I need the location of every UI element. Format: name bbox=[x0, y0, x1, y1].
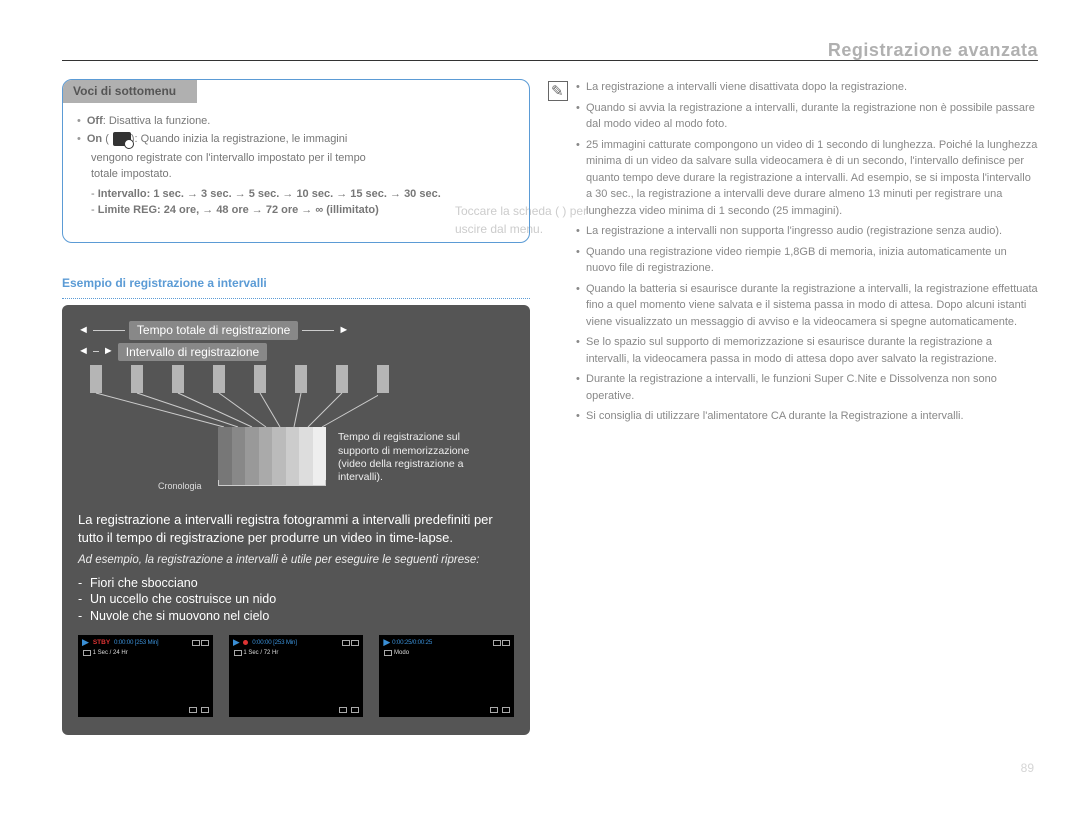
list-item: Fiori che sbocciano bbox=[78, 575, 514, 592]
example-panel: ◄ Tempo totale di registrazione ► ◄ ► In… bbox=[62, 305, 530, 735]
menu-icon bbox=[490, 707, 498, 713]
arrow-left-icon: ◄ bbox=[78, 323, 89, 338]
example-list: Fiori che sbocciano Un uccello che costr… bbox=[78, 575, 514, 626]
frame-bar bbox=[295, 365, 307, 393]
arrow-right-icon: ► bbox=[103, 344, 114, 359]
mode-icon bbox=[351, 707, 359, 713]
card-icon bbox=[192, 640, 200, 646]
play-icon bbox=[82, 639, 89, 646]
menu-icon bbox=[339, 707, 347, 713]
note-icon bbox=[548, 81, 568, 101]
mode-icon bbox=[502, 707, 510, 713]
submenu-off-bold: Off bbox=[87, 115, 103, 127]
card-icon bbox=[342, 640, 350, 646]
label-interval: Intervallo di registrazione bbox=[118, 343, 267, 362]
example-title: Esempio di registrazione a intervalli bbox=[62, 275, 530, 292]
storage-note: Tempo di registrazione sul supporto di m… bbox=[338, 431, 508, 484]
panel-italic: Ad esempio, la registrazione a intervall… bbox=[78, 552, 514, 568]
frame-bar bbox=[90, 365, 102, 393]
list-item: Se lo spazio sul supporto di memorizzazi… bbox=[576, 334, 1038, 367]
interval-rec-icon bbox=[113, 132, 131, 146]
compressed-video-block bbox=[218, 427, 326, 485]
list-item: Durante la registrazione a intervalli, l… bbox=[576, 371, 1038, 404]
list-item: 25 immagini catturate compongono un vide… bbox=[576, 137, 1038, 220]
list-item: Quando si avvia la registrazione a inter… bbox=[576, 100, 1038, 133]
list-item: Quando una registrazione video riempie 1… bbox=[576, 244, 1038, 277]
play-icon bbox=[233, 639, 240, 646]
list-item: La registrazione a intervalli viene disa… bbox=[576, 79, 1038, 96]
arrow-left-icon: ◄ bbox=[78, 344, 89, 359]
submenu-on-text-1: : Quando inizia la registrazione, le imm… bbox=[135, 133, 348, 145]
notes-list: La registrazione a intervalli viene disa… bbox=[576, 79, 1038, 429]
label-total-time: Tempo totale di registrazione bbox=[129, 321, 298, 340]
list-item: Quando la batteria si esaurisce durante … bbox=[576, 281, 1038, 331]
timeline-diagram: Tempo di registrazione sul supporto di m… bbox=[78, 365, 514, 505]
example-divider bbox=[62, 298, 530, 299]
battery-icon bbox=[351, 640, 359, 646]
card-icon bbox=[493, 640, 501, 646]
list-item: Nuvole che si muovono nel cielo bbox=[78, 608, 514, 625]
preview-thumbnail-1: STBY 0:00:00 [253 Min] 1 Sec / 24 Hr bbox=[78, 635, 213, 717]
preview-thumbnail-2: 0:00:00 [253 Min] 1 Sec / 72 Hr bbox=[229, 635, 364, 717]
submenu-on-text-3: totale impostato. bbox=[91, 168, 172, 180]
bullet-icon: • bbox=[77, 113, 81, 130]
list-item: Si consiglia di utilizzare l'alimentator… bbox=[576, 408, 1038, 425]
list-item: La registrazione a intervalli non suppor… bbox=[576, 223, 1038, 240]
frame-bar bbox=[377, 365, 389, 393]
interval-icon bbox=[83, 650, 91, 656]
frame-bar bbox=[254, 365, 266, 393]
mode-icon bbox=[384, 650, 392, 656]
battery-icon bbox=[201, 640, 209, 646]
interval-icon bbox=[234, 650, 242, 656]
submenu-box: Voci di sottomenu • Off: Disattiva la fu… bbox=[62, 79, 530, 243]
frame-bar bbox=[131, 365, 143, 393]
list-item: Un uccello che costruisce un nido bbox=[78, 591, 514, 608]
bullet-icon: • bbox=[77, 131, 81, 148]
frame-bar bbox=[213, 365, 225, 393]
submenu-off-text: : Disattiva la funzione. bbox=[103, 115, 211, 127]
page-number: 89 bbox=[1021, 760, 1034, 777]
menu-icon bbox=[189, 707, 197, 713]
mode-icon bbox=[201, 707, 209, 713]
panel-paragraph: La registrazione a intervalli registra f… bbox=[78, 511, 514, 546]
frame-bar bbox=[172, 365, 184, 393]
header-rule bbox=[62, 60, 1038, 61]
submenu-interval: Intervallo: 1 sec. → 3 sec. → 5 sec. → 1… bbox=[98, 188, 441, 200]
submenu-limit: Limite REG: 24 ore, → 48 ore → 72 ore → … bbox=[98, 204, 379, 216]
submenu-header: Voci di sottomenu bbox=[63, 80, 197, 103]
frame-bar bbox=[336, 365, 348, 393]
submenu-on-text-2: vengono registrate con l'intervallo impo… bbox=[91, 152, 366, 164]
submenu-on-bold: On bbox=[87, 133, 102, 145]
battery-icon bbox=[502, 640, 510, 646]
preview-thumbnail-3: 0:00:25/0:00:25 Modo bbox=[379, 635, 514, 717]
rec-dot-icon bbox=[243, 640, 248, 645]
timeline-label-bottom: Cronologia bbox=[158, 480, 202, 493]
arrow-right-icon: ► bbox=[338, 323, 349, 338]
play-icon bbox=[383, 639, 390, 646]
